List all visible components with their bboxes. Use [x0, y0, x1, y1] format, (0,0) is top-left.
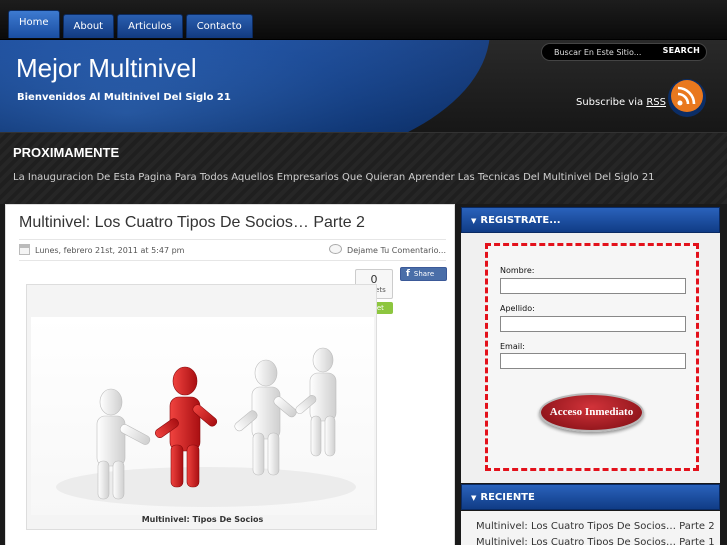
recent-panel: Multinivel: Los Cuatro Tipos De Socios… …: [461, 511, 720, 545]
nav-item-articulos[interactable]: Articulos: [117, 14, 183, 38]
subscribe-text: Subscribe via RSS: [576, 97, 666, 108]
register-panel: Nombre: Apellido: Email: Acceso Inmediat…: [461, 233, 720, 483]
site-header: Mejor Multinivel Bienvenidos Al Multiniv…: [0, 40, 727, 132]
nombre-label: Nombre:: [500, 266, 535, 275]
search-button[interactable]: SEARCH: [663, 46, 700, 55]
blog-post: Multinivel: Los Cuatro Tipos De Socios… …: [5, 204, 455, 545]
apellido-label: Apellido:: [500, 304, 535, 313]
recent-widget-header: ▼ RECIENTE: [461, 484, 720, 510]
post-figure: Multinivel: Tipos De Socios: [26, 284, 377, 530]
nav-item-contacto[interactable]: Contacto: [185, 14, 253, 38]
acceso-inmediato-button[interactable]: Acceso Inmediato: [539, 393, 644, 432]
nav-item-about[interactable]: About: [62, 14, 115, 38]
recent-post-link[interactable]: Multinivel: Los Cuatro Tipos De Socios… …: [476, 537, 715, 545]
facebook-share-button[interactable]: f Share: [400, 267, 447, 281]
recent-post-link[interactable]: Multinivel: Los Cuatro Tipos De Socios… …: [476, 521, 715, 532]
subscribe-label: Subscribe via: [576, 97, 647, 108]
calendar-icon: [19, 244, 30, 255]
email-label: Email:: [500, 342, 525, 351]
register-form: Nombre: Apellido: Email: Acceso Inmediat…: [485, 243, 699, 471]
caret-down-icon: ▼: [471, 494, 477, 502]
post-date: Lunes, febrero 21st, 2011 at 5:47 pm: [35, 246, 185, 255]
comment-link[interactable]: Dejame Tu Comentario...: [347, 246, 446, 255]
search-box: SEARCH: [541, 43, 707, 61]
nav-item-home[interactable]: Home: [8, 10, 60, 38]
announcement-band: PROXIMAMENTE La Inauguracion De Esta Pag…: [0, 132, 727, 204]
email-field[interactable]: [500, 353, 686, 369]
comment-bubble-icon: [329, 244, 342, 254]
caret-down-icon: ▼: [471, 217, 477, 225]
main-nav: Home About Articulos Contacto: [8, 10, 253, 42]
post-meta: Lunes, febrero 21st, 2011 at 5:47 pm Dej…: [19, 239, 446, 261]
figures-holding-hands-image: [31, 317, 374, 515]
search-input[interactable]: [554, 44, 659, 60]
recent-widget-title: RECIENTE: [480, 492, 535, 503]
facebook-icon: f: [406, 269, 410, 279]
top-nav-bar: Home About Articulos Contacto: [0, 0, 727, 40]
figure-caption: Multinivel: Tipos De Socios: [141, 515, 264, 524]
content-area: Multinivel: Los Cuatro Tipos De Socios… …: [0, 204, 727, 545]
register-widget-header: ▼ REGISTRATE...: [461, 207, 720, 233]
promo-text: La Inauguracion De Esta Pagina Para Todo…: [13, 172, 655, 183]
post-title[interactable]: Multinivel: Los Cuatro Tipos De Socios… …: [19, 214, 365, 232]
apellido-field[interactable]: [500, 316, 686, 332]
rss-link[interactable]: RSS: [646, 97, 666, 108]
share-label: Share: [413, 270, 435, 278]
site-tagline: Bienvenidos Al Multinivel Del Siglo 21: [17, 92, 231, 103]
nombre-field[interactable]: [500, 278, 686, 294]
site-title[interactable]: Mejor Multinivel: [16, 53, 197, 84]
register-widget-title: REGISTRATE...: [480, 215, 561, 226]
promo-title: PROXIMAMENTE: [13, 145, 120, 160]
rss-feed-icon[interactable]: [666, 77, 708, 119]
